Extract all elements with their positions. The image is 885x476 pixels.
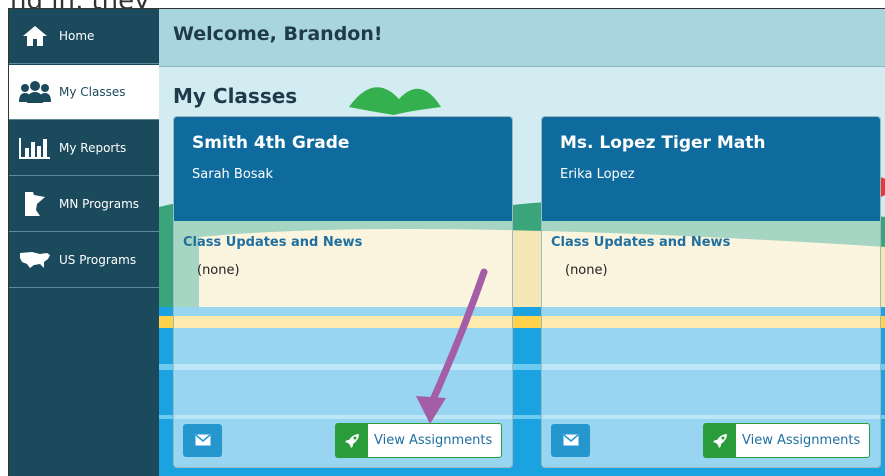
- class-teacher: Erika Lopez: [560, 167, 635, 182]
- message-button[interactable]: [551, 424, 590, 457]
- minnesota-map-icon: [15, 189, 55, 219]
- view-assignments-label: View Assignments: [374, 433, 493, 448]
- updates-value: (none): [565, 263, 608, 278]
- welcome-heading: Welcome, Brandon!: [173, 23, 383, 45]
- sidebar-item-label: MN Programs: [59, 197, 140, 211]
- sidebar-item-mn-programs[interactable]: MN Programs: [9, 177, 159, 232]
- main-content: Welcome, Brandon! My Classes Smith 4th G…: [159, 9, 885, 476]
- class-card: Ms. Lopez Tiger Math Erika Lopez Class U…: [541, 116, 881, 468]
- class-card-header: Smith 4th Grade Sarah Bosak: [174, 117, 512, 221]
- class-title: Ms. Lopez Tiger Math: [560, 133, 766, 153]
- updates-heading: Class Updates and News: [551, 235, 731, 250]
- sidebar-item-label: US Programs: [59, 253, 137, 267]
- sidebar-item-label: My Reports: [59, 141, 127, 155]
- updates-heading: Class Updates and News: [183, 235, 363, 250]
- class-card-header: Ms. Lopez Tiger Math Erika Lopez: [542, 117, 880, 221]
- usa-map-icon: [15, 245, 55, 275]
- app-window: Home My Classes My Reports MN Programs U…: [8, 8, 885, 476]
- view-assignments-button[interactable]: View Assignments: [703, 423, 870, 458]
- sidebar: Home My Classes My Reports MN Programs U…: [9, 9, 159, 476]
- message-button[interactable]: [183, 424, 222, 457]
- sidebar-item-us-programs[interactable]: US Programs: [9, 233, 159, 288]
- bar-chart-icon: [15, 133, 55, 163]
- rocket-icon: [336, 424, 368, 457]
- header-bar: Welcome, Brandon!: [159, 9, 885, 67]
- class-card: Smith 4th Grade Sarah Bosak Class Update…: [173, 116, 513, 468]
- sidebar-item-my-classes[interactable]: My Classes: [9, 65, 159, 120]
- envelope-icon: [195, 431, 211, 450]
- class-title: Smith 4th Grade: [192, 133, 350, 153]
- class-teacher: Sarah Bosak: [192, 167, 274, 182]
- sidebar-item-home[interactable]: Home: [9, 9, 159, 64]
- sidebar-item-label: Home: [59, 29, 95, 43]
- rocket-icon: [704, 424, 736, 457]
- home-icon: [15, 21, 55, 51]
- view-assignments-label: View Assignments: [742, 433, 861, 448]
- view-assignments-button[interactable]: View Assignments: [335, 423, 502, 458]
- envelope-icon: [563, 431, 579, 450]
- sidebar-item-label: My Classes: [59, 85, 126, 99]
- updates-value: (none): [197, 263, 240, 278]
- section-title: My Classes: [173, 84, 298, 108]
- sidebar-item-my-reports[interactable]: My Reports: [9, 121, 159, 176]
- users-icon: [15, 77, 55, 107]
